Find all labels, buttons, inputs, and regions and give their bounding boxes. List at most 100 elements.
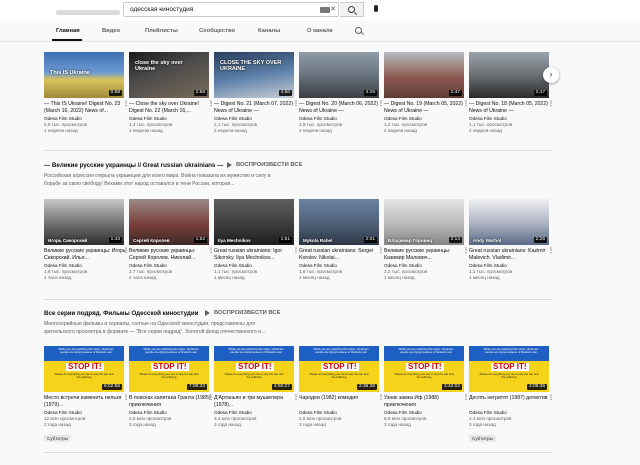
play-all-button[interactable]: ВОСПРОИЗВЕСТИ ВСЕ: [214, 310, 280, 316]
banner-stop-text: STOP IT!: [236, 362, 274, 371]
banner-bottom-text: Please do everything you can to stop the…: [479, 373, 539, 379]
video-age: 1 месяц назад: [384, 275, 415, 280]
banner-bottom-text: Please do everything you can to stop the…: [309, 373, 369, 379]
voice-search-button[interactable]: [370, 3, 382, 16]
search-box[interactable]: одесская киностудия ✕: [123, 2, 339, 17]
video-age: 2 недели назад: [299, 128, 332, 133]
video-thumbnail[interactable]: Владимир Горовиц 2:14: [384, 199, 464, 245]
microphone-icon: [374, 5, 378, 12]
video-thumbnail[interactable]: While you are watching this video, Ukrai…: [129, 346, 209, 392]
video-title[interactable]: В поисках капитана Гранта (1985) приключ…: [129, 395, 211, 408]
tab-videos[interactable]: Видео: [102, 28, 120, 34]
video-thumbnail[interactable]: While you are watching this video, Ukrai…: [44, 346, 124, 392]
video-duration: 2:36:38: [356, 384, 377, 390]
video-duration: 4:50:27: [271, 384, 292, 390]
video-thumbnail[interactable]: close the sky over Ukraine 2:58: [129, 52, 209, 98]
video-title[interactable]: Великие русские украинцы: Казимир Малеви…: [384, 248, 466, 261]
banner-top-text: While you are watching this video, Ukrai…: [228, 347, 284, 355]
video-age: 1 неделю назад: [44, 128, 78, 133]
section-divider: [44, 299, 552, 300]
banner-top-text: While you are watching this video, Ukrai…: [398, 347, 454, 355]
video-title[interactable]: Великие русские украинцы: Игорь Сикорски…: [44, 248, 126, 261]
video-age: 3 года назад: [469, 422, 496, 427]
video-duration: 2:09:35: [526, 384, 547, 390]
top-bar: одесская киностудия ✕: [0, 0, 640, 20]
video-age: 2 недели назад: [469, 128, 502, 133]
banner-stop-text: STOP IT!: [66, 362, 104, 371]
subtitles-badge: Субтитры: [469, 435, 496, 442]
video-thumbnail[interactable]: Сергей Королев 1:52: [129, 199, 209, 245]
video-thumbnail[interactable]: Andy Warhol 2:26: [469, 199, 549, 245]
video-title[interactable]: Д'Артаньян и три мушкетера (1978)...: [214, 395, 296, 408]
banner-bottom-text: Please do everything you can to stop the…: [139, 373, 199, 379]
video-title[interactable]: — Close the sky over Ukraine! Digest No.…: [129, 101, 211, 114]
section-description: Российская агрессия открыла украинцев дл…: [44, 173, 271, 188]
video-thumbnail[interactable]: This IS Ukraine 0:58: [44, 52, 124, 98]
video-thumbnail[interactable]: 4:29: [299, 52, 379, 98]
section-title-great-ukrainians[interactable]: — Великие русские украинцы // Great russ…: [44, 162, 223, 169]
search-button[interactable]: [340, 2, 364, 17]
video-thumbnail[interactable]: While you are watching this video, Ukrai…: [214, 346, 294, 392]
keyboard-icon[interactable]: [320, 7, 330, 13]
video-title[interactable]: — This IS Ukraine! Digest No. 23 (March …: [44, 101, 126, 114]
channel-search-icon[interactable]: [355, 27, 362, 34]
search-input[interactable]: одесская киностудия: [130, 6, 193, 13]
video-title[interactable]: — Digest No. 21 (March 07, 2022) News of…: [214, 101, 296, 114]
video-thumbnail[interactable]: 2:47: [384, 52, 464, 98]
more-options-icon[interactable]: ⋮: [548, 394, 554, 401]
video-duration: 1:51: [278, 237, 292, 243]
video-thumbnail[interactable]: While you are watching this video, Ukrai…: [384, 346, 464, 392]
banner-stop-text: STOP IT!: [406, 362, 444, 371]
play-all-button[interactable]: ВОСПРОИЗВЕСТИ ВСЕ: [236, 162, 302, 168]
video-title[interactable]: Great russian ukrainians: Kazimir Malevi…: [469, 248, 551, 261]
banner-stop-text: STOP IT!: [151, 362, 189, 371]
video-title[interactable]: Десять негритят (1987) детектив: [469, 395, 551, 408]
tab-home[interactable]: Главная: [56, 28, 80, 34]
more-options-icon[interactable]: ⋮: [548, 247, 554, 254]
banner-stop-text: STOP IT!: [491, 362, 529, 371]
banner-bottom-text: Please do everything you can to stop the…: [224, 373, 284, 379]
video-title[interactable]: — Digest No. 20 (March 06, 2022) News of…: [299, 101, 381, 114]
video-title[interactable]: Великие русские украинцы: Сергей Королев…: [129, 248, 211, 261]
banner-top-text: While you are watching this video, Ukrai…: [143, 347, 199, 355]
banner-top-text: While you are watching this video, Ukrai…: [483, 347, 539, 355]
video-thumbnail[interactable]: Ilya Mechnikov 1:51: [214, 199, 294, 245]
section-description: Многосерийные фильмы и сериалы, снятые н…: [44, 321, 266, 336]
tab-channels[interactable]: Каналы: [258, 28, 280, 34]
more-options-icon[interactable]: ⋮: [548, 100, 554, 107]
video-thumbnail[interactable]: Mykola Rahel 2:01: [299, 199, 379, 245]
video-thumbnail[interactable]: While you are watching this video, Ukrai…: [469, 346, 549, 392]
thumbnail-caption: Mykola Rahel: [303, 238, 333, 243]
video-title[interactable]: — Digest No. 18 (March 05, 2022) News of…: [469, 101, 551, 114]
video-age: 2 недели назад: [384, 128, 417, 133]
video-title[interactable]: Great russian ukrainians: Sergei Korolev…: [299, 248, 381, 261]
tab-about[interactable]: О канале: [307, 28, 333, 34]
thumbnail-caption: Сергей Королев: [133, 238, 170, 243]
tab-playlists[interactable]: Плейлисты: [145, 28, 178, 34]
banner-stop-text: STOP IT!: [321, 362, 359, 371]
video-title[interactable]: Узник замка Иф (1988) приключения: [384, 395, 466, 408]
video-thumbnail[interactable]: CLOSE THE SKY OVER UKRAINE 4:50: [214, 52, 294, 98]
channel-tabs: Главная Видео Плейлисты Сообщество Канал…: [0, 20, 640, 42]
video-duration: 1:52: [193, 237, 207, 243]
video-age: 2 года назад: [44, 422, 71, 427]
video-age: 3 года назад: [384, 422, 411, 427]
video-duration: 2:47: [533, 90, 547, 96]
video-title[interactable]: Место встречи изменить нельзя (1979)...: [44, 395, 126, 408]
clear-icon[interactable]: ✕: [330, 5, 336, 13]
video-duration: 4:50: [278, 90, 292, 96]
section-title-odessa-films[interactable]: Все серии подряд. Фильмы Одесской киност…: [44, 310, 198, 317]
video-age: 1 неделю назад: [129, 128, 163, 133]
video-duration: 2:01: [363, 237, 377, 243]
video-title[interactable]: — Digest No. 19 (March 05, 2022) News of…: [384, 101, 466, 114]
video-age: 3 года назад: [129, 422, 156, 427]
next-arrow-button[interactable]: ›: [543, 67, 559, 83]
video-thumbnail[interactable]: While you are watching this video, Ukrai…: [299, 346, 379, 392]
video-duration: 2:47: [448, 90, 462, 96]
video-title[interactable]: Чародеи (1982) комедия: [299, 395, 381, 408]
video-age: 3 года назад: [214, 422, 241, 427]
video-thumbnail[interactable]: 2:47: [469, 52, 549, 98]
tab-community[interactable]: Сообщество: [199, 28, 235, 34]
video-title[interactable]: Great russian ukrainians: Igor Sikorsky.…: [214, 248, 296, 261]
video-thumbnail[interactable]: Игорь Сикорский 1:43: [44, 199, 124, 245]
